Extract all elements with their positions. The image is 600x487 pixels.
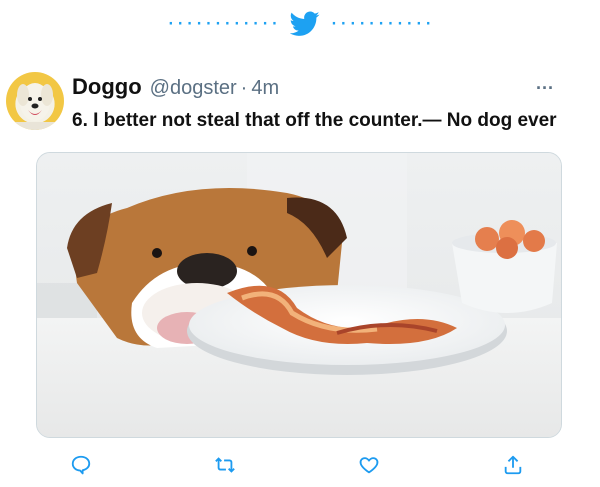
more-options-button[interactable]: ···	[532, 79, 558, 100]
tweet-text: 6. I better not steal that off the count…	[72, 110, 557, 131]
user-handle[interactable]: @dogster	[150, 77, 237, 100]
decorative-dots-right: ···········	[329, 16, 434, 32]
header-decoration: ············ ···········	[0, 8, 600, 40]
bulldog-bacon-photo	[37, 153, 561, 437]
avatar[interactable]	[6, 72, 64, 130]
share-icon	[504, 455, 522, 475]
retweet-icon	[215, 457, 235, 473]
like-button[interactable]	[352, 448, 386, 482]
tweet-media-image[interactable]	[36, 152, 562, 438]
decorative-dots-left: ············	[166, 16, 280, 32]
share-button[interactable]	[496, 448, 530, 482]
meta-separator: ·	[240, 77, 248, 99]
tweet-actions	[0, 448, 600, 482]
display-name[interactable]: Doggo	[72, 74, 142, 100]
twitter-bird-icon	[289, 11, 320, 37]
retweet-button[interactable]	[208, 448, 242, 482]
tweet-header: Doggo @dogster · 4m	[72, 74, 560, 104]
dog-avatar-image	[6, 83, 64, 130]
heart-icon	[359, 457, 379, 474]
reply-button[interactable]	[64, 448, 98, 482]
reply-icon	[71, 455, 91, 475]
tweet-timestamp[interactable]: 4m	[251, 77, 279, 100]
